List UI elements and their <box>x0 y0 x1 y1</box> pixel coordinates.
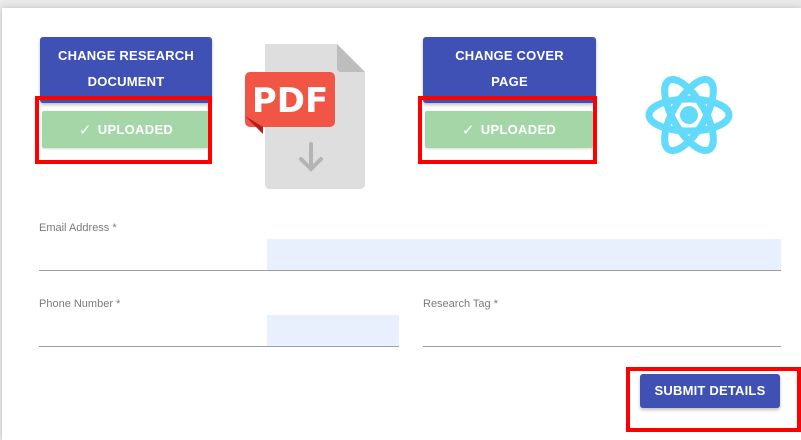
research-tag-label: Research Tag * <box>423 298 499 310</box>
pdf-label: PDF <box>251 81 329 121</box>
email-autofill-highlight <box>267 239 781 270</box>
submit-highlight-box <box>626 367 801 432</box>
react-logo-icon <box>645 75 733 155</box>
email-field[interactable] <box>39 239 781 271</box>
phone-label: Phone Number * <box>39 298 121 310</box>
phone-number-field[interactable] <box>39 315 399 347</box>
change-research-label-line2: DOCUMENT <box>87 74 165 89</box>
phone-autofill-highlight <box>267 315 399 346</box>
research-highlight-box <box>35 96 212 164</box>
change-cover-label-line2: PAGE <box>491 74 528 89</box>
change-cover-page-button[interactable]: CHANGE COVER PAGE <box>423 37 596 103</box>
email-label: Email Address * <box>39 222 117 234</box>
change-research-label-line1: CHANGE RESEARCH <box>58 48 194 63</box>
research-tag-field[interactable] <box>423 315 781 347</box>
change-cover-label-line1: CHANGE COVER <box>455 48 564 63</box>
change-research-document-button[interactable]: CHANGE RESEARCH DOCUMENT <box>40 37 212 103</box>
upload-form-card: CHANGE RESEARCH DOCUMENT ✓ UPLOADED PDF … <box>2 8 801 440</box>
cover-highlight-box <box>418 96 597 164</box>
